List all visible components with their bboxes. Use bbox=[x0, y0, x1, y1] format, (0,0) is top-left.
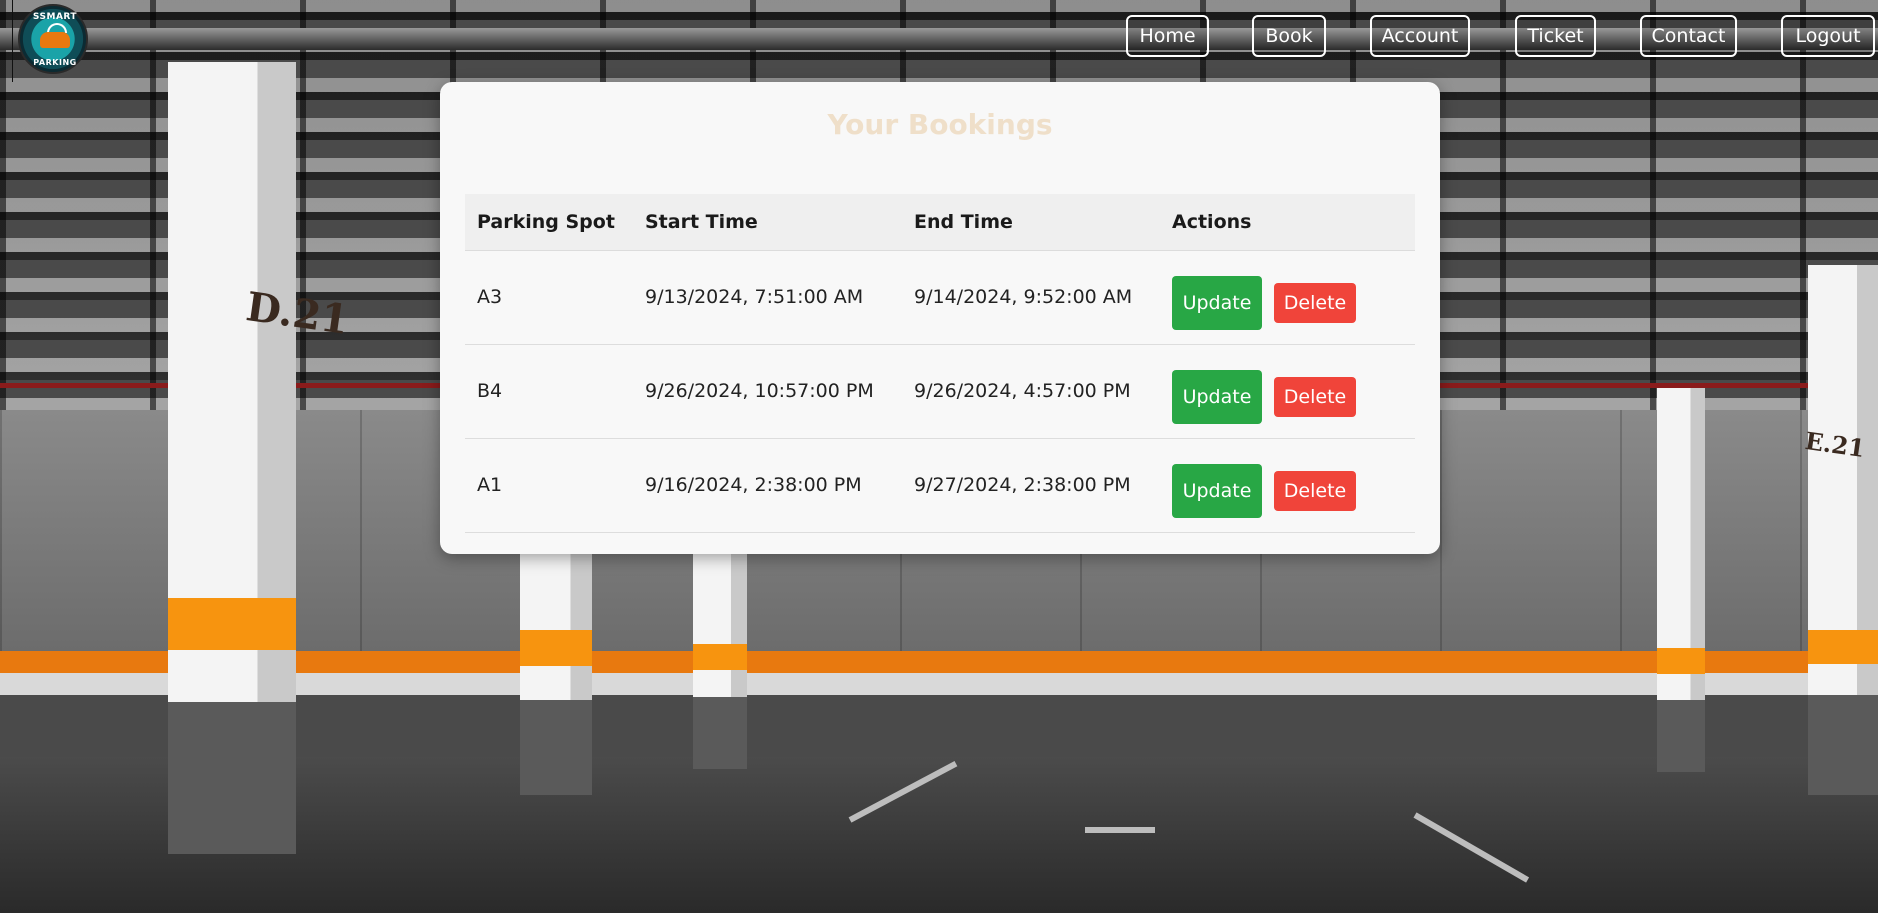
pillar bbox=[693, 552, 747, 769]
delete-button[interactable]: Delete bbox=[1274, 471, 1356, 511]
garage-background: D.21 E.21 SSMART PARKING Home Book Accou… bbox=[0, 0, 1878, 913]
top-nav: Home Book Account Ticket Contact Logout bbox=[0, 15, 1878, 61]
pillar-orange-band bbox=[1657, 648, 1705, 674]
update-button[interactable]: Update bbox=[1172, 370, 1262, 424]
cell-end-time: 9/26/2024, 4:57:00 PM bbox=[914, 380, 1131, 402]
nav-logout-button[interactable]: Logout bbox=[1781, 15, 1875, 57]
pillar-orange-band bbox=[693, 644, 747, 670]
floor-marking bbox=[848, 761, 958, 823]
cell-start-time: 9/26/2024, 10:57:00 PM bbox=[645, 380, 874, 402]
table-row: B4 9/26/2024, 10:57:00 PM 9/26/2024, 4:5… bbox=[465, 345, 1415, 439]
table-header: Parking Spot Start Time End Time Actions bbox=[465, 194, 1415, 251]
pillar-orange-band bbox=[520, 630, 592, 666]
pillar bbox=[168, 62, 296, 854]
cell-end-time: 9/27/2024, 2:38:00 PM bbox=[914, 474, 1131, 496]
page-title: Your Bookings bbox=[827, 108, 1053, 141]
column-header-actions: Actions bbox=[1172, 211, 1252, 233]
cell-parking-spot: B4 bbox=[477, 380, 503, 402]
column-header-start-time: Start Time bbox=[645, 211, 758, 233]
pillar bbox=[1808, 265, 1878, 795]
pillar-orange-band bbox=[1808, 630, 1878, 664]
pillar-base bbox=[520, 700, 592, 795]
floor-marking bbox=[1085, 827, 1155, 833]
delete-button[interactable]: Delete bbox=[1274, 283, 1356, 323]
table-row: A3 9/13/2024, 7:51:00 AM 9/14/2024, 9:52… bbox=[465, 251, 1415, 345]
pillar bbox=[520, 552, 592, 795]
cell-parking-spot: A3 bbox=[477, 286, 503, 308]
pillar bbox=[1657, 388, 1705, 772]
column-header-parking-spot: Parking Spot bbox=[477, 211, 615, 233]
column-header-end-time: End Time bbox=[914, 211, 1013, 233]
pillar-base bbox=[1657, 700, 1705, 772]
cell-end-time: 9/14/2024, 9:52:00 AM bbox=[914, 286, 1133, 308]
nav-home-button[interactable]: Home bbox=[1126, 15, 1209, 57]
floor-marking bbox=[1413, 812, 1530, 883]
nav-account-button[interactable]: Account bbox=[1370, 15, 1470, 57]
pillar-orange-band bbox=[168, 598, 296, 650]
pillar-base bbox=[693, 697, 747, 769]
cell-start-time: 9/13/2024, 7:51:00 AM bbox=[645, 286, 864, 308]
bookings-card: Your Bookings Parking Spot Start Time En… bbox=[440, 82, 1440, 554]
table-row: A1 9/16/2024, 2:38:00 PM 9/27/2024, 2:38… bbox=[465, 439, 1415, 533]
update-button[interactable]: Update bbox=[1172, 276, 1262, 330]
cell-start-time: 9/16/2024, 2:38:00 PM bbox=[645, 474, 862, 496]
cell-parking-spot: A1 bbox=[477, 474, 503, 496]
nav-book-button[interactable]: Book bbox=[1252, 15, 1326, 57]
update-button[interactable]: Update bbox=[1172, 464, 1262, 518]
nav-ticket-button[interactable]: Ticket bbox=[1515, 15, 1596, 57]
nav-contact-button[interactable]: Contact bbox=[1640, 15, 1737, 57]
bookings-table: Parking Spot Start Time End Time Actions… bbox=[465, 194, 1415, 533]
pillar-base bbox=[168, 702, 296, 854]
pillar-base bbox=[1808, 695, 1878, 795]
delete-button[interactable]: Delete bbox=[1274, 377, 1356, 417]
